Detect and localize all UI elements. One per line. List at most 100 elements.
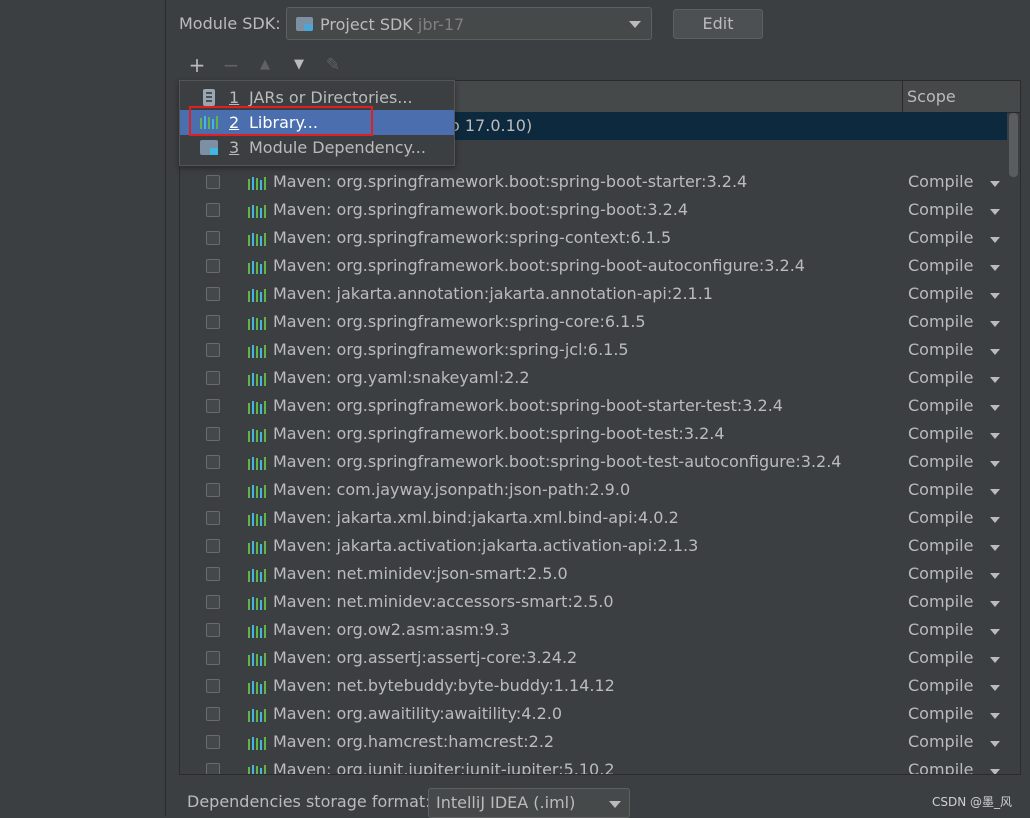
export-checkbox[interactable]: [206, 175, 220, 189]
scope-value[interactable]: Compile: [908, 340, 973, 359]
module-sdk-combobox[interactable]: Project SDK jbr-17: [286, 7, 652, 40]
scope-value[interactable]: Compile: [908, 508, 973, 527]
chevron-down-icon[interactable]: [990, 237, 1000, 243]
table-row[interactable]: Maven: org.junit.jupiter:junit-jupiter:5…: [180, 757, 1007, 774]
scope-value[interactable]: Compile: [908, 396, 973, 415]
export-checkbox[interactable]: [206, 567, 220, 581]
menu-item-module-dependency[interactable]: 3 Module Dependency...: [180, 135, 454, 160]
table-row[interactable]: Maven: org.springframework.boot:spring-b…: [180, 421, 1007, 449]
table-row[interactable]: Maven: org.springframework.boot:spring-b…: [180, 393, 1007, 421]
scope-value[interactable]: Compile: [908, 424, 973, 443]
edit-sdk-button[interactable]: Edit: [673, 9, 763, 39]
chevron-down-icon[interactable]: [990, 601, 1000, 607]
scope-value[interactable]: Compile: [908, 284, 973, 303]
table-row[interactable]: Maven: com.jayway.jsonpath:json-path:2.9…: [180, 477, 1007, 505]
table-row[interactable]: Maven: jakarta.annotation:jakarta.annota…: [180, 281, 1007, 309]
table-row[interactable]: Maven: org.springframework:spring-contex…: [180, 225, 1007, 253]
scope-value[interactable]: Compile: [908, 648, 973, 667]
move-down-icon[interactable]: ▼: [289, 55, 309, 75]
scope-value[interactable]: Compile: [908, 732, 973, 751]
scope-value[interactable]: Compile: [908, 536, 973, 555]
chevron-down-icon[interactable]: [990, 713, 1000, 719]
table-row[interactable]: Maven: net.minidev:accessors-smart:2.5.0…: [180, 589, 1007, 617]
scope-value[interactable]: Compile: [908, 480, 973, 499]
chevron-down-icon[interactable]: [990, 629, 1000, 635]
scope-value[interactable]: Compile: [908, 256, 973, 275]
chevron-down-icon[interactable]: [990, 741, 1000, 747]
scope-value[interactable]: Compile: [908, 760, 973, 774]
chevron-down-icon[interactable]: [990, 209, 1000, 215]
table-row[interactable]: Maven: jakarta.xml.bind:jakarta.xml.bind…: [180, 505, 1007, 533]
chevron-down-icon[interactable]: [990, 769, 1000, 774]
storage-format-combobox[interactable]: IntelliJ IDEA (.iml): [428, 788, 630, 818]
export-checkbox[interactable]: [206, 231, 220, 245]
edit-pencil-icon[interactable]: ✎: [323, 55, 343, 75]
table-row[interactable]: Maven: net.minidev:json-smart:2.5.0 Compi…: [180, 561, 1007, 589]
table-row[interactable]: Maven: org.awaitility:awaitility:4.2.0 Co…: [180, 701, 1007, 729]
export-checkbox[interactable]: [206, 595, 220, 609]
remove-icon[interactable]: −: [221, 55, 241, 75]
scope-value[interactable]: Compile: [908, 592, 973, 611]
chevron-down-icon[interactable]: [990, 377, 1000, 383]
chevron-down-icon[interactable]: [990, 517, 1000, 523]
chevron-down-icon[interactable]: [990, 461, 1000, 467]
scope-value[interactable]: Compile: [908, 704, 973, 723]
export-checkbox[interactable]: [206, 707, 220, 721]
vertical-scrollbar[interactable]: [1009, 113, 1018, 177]
export-checkbox[interactable]: [206, 539, 220, 553]
export-checkbox[interactable]: [206, 399, 220, 413]
table-row[interactable]: Maven: org.ow2.asm:asm:9.3 Compile: [180, 617, 1007, 645]
chevron-down-icon[interactable]: [990, 545, 1000, 551]
scope-value[interactable]: Compile: [908, 200, 973, 219]
export-checkbox[interactable]: [206, 679, 220, 693]
scope-value[interactable]: Compile: [908, 312, 973, 331]
export-checkbox[interactable]: [206, 287, 220, 301]
export-checkbox[interactable]: [206, 763, 220, 774]
export-checkbox[interactable]: [206, 371, 220, 385]
table-row[interactable]: Maven: org.springframework:spring-core:6…: [180, 309, 1007, 337]
table-row[interactable]: Maven: org.springframework.boot:spring-b…: [180, 253, 1007, 281]
export-checkbox[interactable]: [206, 315, 220, 329]
scope-value[interactable]: Compile: [908, 368, 973, 387]
export-checkbox[interactable]: [206, 259, 220, 273]
export-checkbox[interactable]: [206, 511, 220, 525]
scope-column-header[interactable]: Scope: [907, 87, 956, 106]
export-checkbox[interactable]: [206, 203, 220, 217]
chevron-down-icon[interactable]: [990, 181, 1000, 187]
table-row[interactable]: Maven: net.bytebuddy:byte-buddy:1.14.12 C…: [180, 673, 1007, 701]
chevron-down-icon[interactable]: [990, 349, 1000, 355]
export-checkbox[interactable]: [206, 483, 220, 497]
scope-value[interactable]: Compile: [908, 228, 973, 247]
table-row[interactable]: Maven: org.springframework.boot:spring-b…: [180, 169, 1007, 197]
export-checkbox[interactable]: [206, 427, 220, 441]
export-checkbox[interactable]: [206, 343, 220, 357]
add-icon[interactable]: +: [187, 55, 207, 75]
export-checkbox[interactable]: [206, 735, 220, 749]
scope-value[interactable]: Compile: [908, 172, 973, 191]
chevron-down-icon[interactable]: [990, 685, 1000, 691]
dependency-name: Maven: net.bytebuddy:byte-buddy:1.14.12: [273, 676, 615, 695]
scope-value[interactable]: Compile: [908, 452, 973, 471]
table-row[interactable]: Maven: org.springframework.boot:spring-b…: [180, 449, 1007, 477]
table-row[interactable]: Maven: org.yaml:snakeyaml:2.2 Compile: [180, 365, 1007, 393]
chevron-down-icon[interactable]: [990, 433, 1000, 439]
chevron-down-icon[interactable]: [990, 321, 1000, 327]
chevron-down-icon[interactable]: [990, 657, 1000, 663]
export-checkbox[interactable]: [206, 623, 220, 637]
table-row[interactable]: Maven: org.assertj:assertj-core:3.24.2 Co…: [180, 645, 1007, 673]
scope-value[interactable]: Compile: [908, 676, 973, 695]
export-checkbox[interactable]: [206, 651, 220, 665]
move-up-icon[interactable]: ▲: [255, 55, 275, 75]
chevron-down-icon[interactable]: [990, 405, 1000, 411]
table-row[interactable]: Maven: org.hamcrest:hamcrest:2.2 Compile: [180, 729, 1007, 757]
scope-value[interactable]: Compile: [908, 620, 973, 639]
chevron-down-icon[interactable]: [990, 489, 1000, 495]
scope-value[interactable]: Compile: [908, 564, 973, 583]
chevron-down-icon[interactable]: [990, 265, 1000, 271]
table-row[interactable]: Maven: org.springframework:spring-jcl:6.…: [180, 337, 1007, 365]
chevron-down-icon[interactable]: [990, 293, 1000, 299]
table-row[interactable]: Maven: org.springframework.boot:spring-b…: [180, 197, 1007, 225]
chevron-down-icon[interactable]: [990, 573, 1000, 579]
table-row[interactable]: Maven: jakarta.activation:jakarta.activa…: [180, 533, 1007, 561]
export-checkbox[interactable]: [206, 455, 220, 469]
